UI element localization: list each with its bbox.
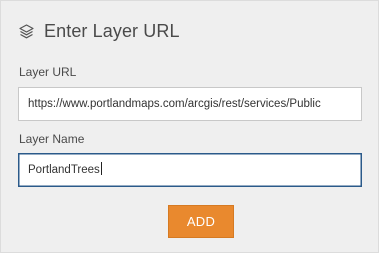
layer-name-value: PortlandTrees (28, 164, 100, 176)
layer-name-label: Layer Name (19, 132, 85, 146)
page-title: Enter Layer URL (44, 20, 180, 41)
layer-url-label: Layer URL (19, 65, 77, 79)
enter-layer-url-panel: Enter Layer URL Layer URL https://www.po… (0, 0, 379, 253)
layer-name-input[interactable]: PortlandTrees (18, 153, 362, 187)
layers-icon (18, 23, 35, 40)
text-caret (100, 162, 102, 175)
add-button[interactable]: ADD (168, 205, 234, 238)
layer-url-value: https://www.portlandmaps.com/arcgis/rest… (28, 98, 321, 110)
layer-url-input[interactable]: https://www.portlandmaps.com/arcgis/rest… (18, 87, 362, 121)
panel-header: Enter Layer URL (18, 18, 180, 44)
layer-name-text-wrap: PortlandTrees (28, 154, 361, 186)
